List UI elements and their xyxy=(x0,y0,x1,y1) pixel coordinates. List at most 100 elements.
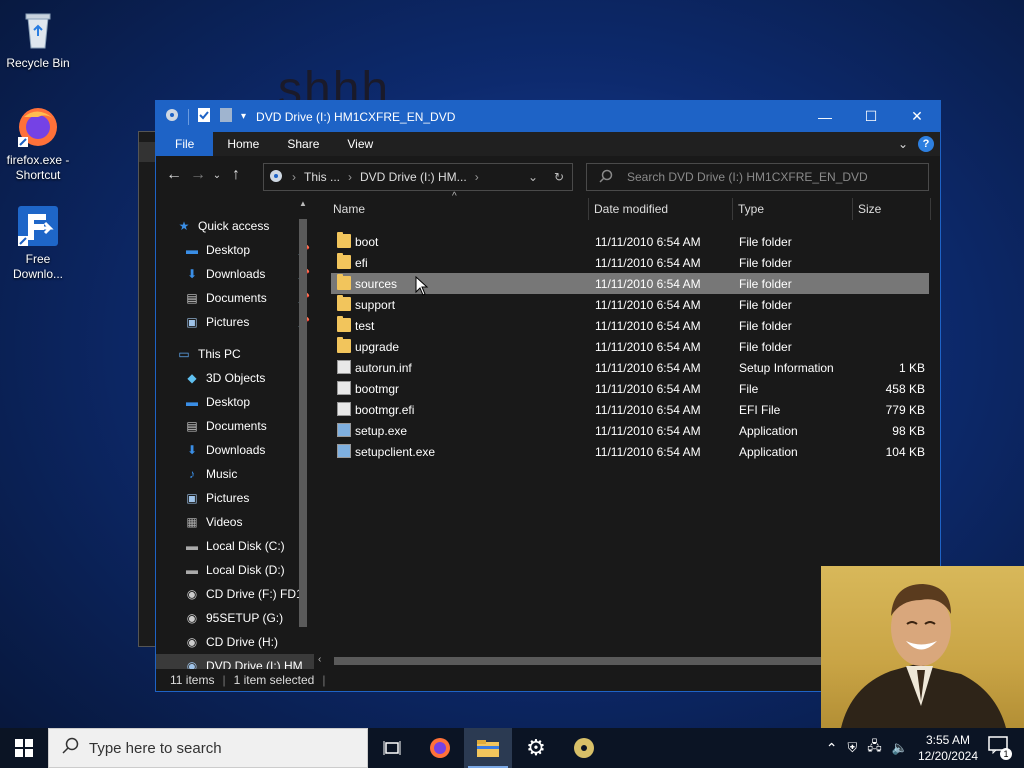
volume-muted-icon[interactable]: 🔈 xyxy=(892,740,908,756)
properties-icon[interactable] xyxy=(197,107,211,126)
scroll-up-icon[interactable]: ▲ xyxy=(299,199,307,208)
forward-button[interactable]: → xyxy=(186,166,210,184)
back-button[interactable]: ← xyxy=(162,166,186,184)
table-row[interactable]: efi 11/11/2010 6:54 AM File folder xyxy=(331,252,929,273)
sidebar-item-desktop[interactable]: ▬ Desktop xyxy=(156,390,314,414)
folder-icon xyxy=(337,337,351,353)
clock[interactable]: 3:55 AM 12/20/2024 xyxy=(918,732,978,764)
taskbar-settings[interactable]: ⚙ xyxy=(512,728,560,768)
table-row[interactable]: bootmgr.efi 11/11/2010 6:54 AM EFI File 779… xyxy=(331,399,929,420)
clock-time: 3:55 AM xyxy=(925,733,970,747)
table-row[interactable]: bootmgr 11/11/2010 6:54 AM File 458 KB xyxy=(331,378,929,399)
sidebar-item-this-pc[interactable]: ▭ This PC xyxy=(156,342,314,366)
file-date-modified: 11/11/2010 6:54 AM xyxy=(595,424,701,438)
photo-overlay xyxy=(821,566,1024,728)
breadcrumb-this-pc[interactable]: This ... xyxy=(304,170,340,184)
sidebar-item-pictures[interactable]: ▣Pictures📌 xyxy=(156,310,314,334)
new-folder-icon[interactable] xyxy=(219,107,233,126)
sidebar-item-downloads[interactable]: ⬇ Downloads xyxy=(156,438,314,462)
column-header-date-modified[interactable]: Date modified xyxy=(594,202,668,216)
download-arrow-icon: ⬇ xyxy=(186,443,198,457)
ribbon-tabs: File Home Share View ⌄ ? xyxy=(156,132,940,156)
up-button[interactable]: ↑ xyxy=(224,166,248,184)
taskbar-cd-app[interactable] xyxy=(560,728,608,768)
network-icon[interactable]: 🖧 xyxy=(867,737,882,759)
cube-icon: ◆ xyxy=(187,371,197,385)
address-history-chevron-icon[interactable]: ⌄ xyxy=(528,170,538,184)
notification-center-button[interactable]: 1 xyxy=(988,736,1012,760)
sidebar-item-documents[interactable]: ▤ Documents xyxy=(156,414,314,438)
tab-home[interactable]: Home xyxy=(213,132,273,156)
table-row[interactable]: setupclient.exe 11/11/2010 6:54 AM Applica… xyxy=(331,441,929,462)
table-row[interactable]: upgrade 11/11/2010 6:54 AM File folder xyxy=(331,336,929,357)
address-bar[interactable]: › This ... › DVD Drive (I:) HM... › ⌄ ↻ xyxy=(263,163,573,191)
sidebar-item-local-disk-c[interactable]: ▬ Local Disk (C:) xyxy=(156,534,314,558)
window-titlebar[interactable]: ▾ DVD Drive (I:) HM1CXFRE_EN_DVD — ☐ ✕ xyxy=(156,101,940,132)
sidebar-item-label: Local Disk (C:) xyxy=(206,539,285,553)
download-manager-icon xyxy=(16,204,60,248)
task-view-button[interactable] xyxy=(368,728,416,768)
close-button[interactable]: ✕ xyxy=(894,101,940,132)
sidebar-item-pictures[interactable]: ▣ Pictures xyxy=(156,486,314,510)
table-row[interactable]: boot 11/11/2010 6:54 AM File folder xyxy=(331,231,929,252)
search-icon xyxy=(599,169,613,186)
table-row[interactable]: test 11/11/2010 6:54 AM File folder xyxy=(331,315,929,336)
desktop-icon: ▬ xyxy=(186,395,198,409)
desktop-icon-recycle-bin[interactable]: Recycle Bin xyxy=(0,8,76,71)
sidebar-item-label: Downloads xyxy=(206,443,266,457)
table-row[interactable]: autorun.inf 11/11/2010 6:54 AM Setup Infor… xyxy=(331,357,929,378)
scrollbar-thumb[interactable] xyxy=(299,219,307,627)
expand-ribbon-chevron-icon[interactable]: ⌄ xyxy=(898,137,908,151)
table-row[interactable]: setup.exe 11/11/2010 6:54 AM Application 98… xyxy=(331,420,929,441)
column-header-name[interactable]: Name xyxy=(333,202,365,216)
help-icon[interactable]: ? xyxy=(918,136,934,152)
folder-icon xyxy=(337,316,351,332)
sidebar-item-videos[interactable]: ▦ Videos xyxy=(156,510,314,534)
taskbar-firefox[interactable] xyxy=(416,728,464,768)
tab-share[interactable]: Share xyxy=(273,132,333,156)
sidebar-item-downloads[interactable]: ⬇Downloads📌 xyxy=(156,262,314,286)
file-name: upgrade xyxy=(355,340,400,354)
column-header-size[interactable]: Size xyxy=(858,202,881,216)
dvd-drive-icon xyxy=(268,168,284,187)
sidebar-item-cd-drive-f-fd1[interactable]: ◉ CD Drive (F:) FD1 xyxy=(156,582,314,606)
file-name: test xyxy=(355,319,375,333)
security-icon[interactable]: ⛨ xyxy=(847,740,857,756)
sidebar-item-desktop[interactable]: ▬Desktop📌 xyxy=(156,238,314,262)
refresh-icon[interactable]: ↻ xyxy=(554,170,564,184)
sidebar-item-3d-objects[interactable]: ◆ 3D Objects xyxy=(156,366,314,390)
sidebar-item-quick-access[interactable]: ★ Quick access xyxy=(156,214,314,238)
sidebar-item-cd-drive-h[interactable]: ◉ CD Drive (H:) xyxy=(156,630,314,654)
taskbar-file-explorer[interactable] xyxy=(464,728,512,768)
show-hidden-icons-chevron-icon[interactable]: ⌃ xyxy=(826,740,838,757)
tab-view[interactable]: View xyxy=(333,132,387,156)
scroll-left-icon[interactable]: ‹ xyxy=(318,654,321,665)
desktop-icon-free-download[interactable]: Free Downlo... xyxy=(0,204,76,282)
scrollbar-thumb[interactable] xyxy=(334,657,824,665)
sidebar-item-local-disk-d[interactable]: ▬ Local Disk (D:) xyxy=(156,558,314,582)
breadcrumb-dvd-drive[interactable]: DVD Drive (I:) HM... xyxy=(360,170,467,184)
minimize-button[interactable]: — xyxy=(802,101,848,132)
navigation-pane-scrollbar[interactable]: ▲ xyxy=(296,199,310,627)
start-button[interactable] xyxy=(0,728,48,768)
desktop-icon-firefox[interactable]: firefox.exe - Shortcut xyxy=(0,105,76,183)
file-type: EFI File xyxy=(739,403,781,417)
firefox-icon xyxy=(16,105,60,149)
tab-file[interactable]: File xyxy=(156,132,214,156)
taskbar-search-box[interactable]: Type here to search xyxy=(48,728,368,768)
column-header-type[interactable]: Type xyxy=(738,202,764,216)
file-name: bootmgr xyxy=(355,382,400,396)
search-box[interactable]: Search DVD Drive (I:) HM1CXFRE_EN_DVD xyxy=(586,163,929,191)
folder-icon xyxy=(337,232,351,248)
maximize-button[interactable]: ☐ xyxy=(848,101,894,132)
file-date-modified: 11/11/2010 6:54 AM xyxy=(595,277,701,291)
sidebar-item-music[interactable]: ♪ Music xyxy=(156,462,314,486)
sidebar-item-documents[interactable]: ▤Documents📌 xyxy=(156,286,314,310)
sidebar-item-label: Pictures xyxy=(206,491,250,505)
sidebar-item-label: CD Drive (H:) xyxy=(206,635,278,649)
file-date-modified: 11/11/2010 6:54 AM xyxy=(595,256,701,270)
sidebar-item-dvd-drive-i-hm[interactable]: ◉ DVD Drive (I:) HM xyxy=(156,654,314,669)
customize-quick-access-icon[interactable]: ▾ xyxy=(241,111,246,122)
sidebar-item-95setup-g[interactable]: ◉ 95SETUP (G:) xyxy=(156,606,314,630)
recent-locations-button[interactable]: ⌄ xyxy=(210,170,224,181)
